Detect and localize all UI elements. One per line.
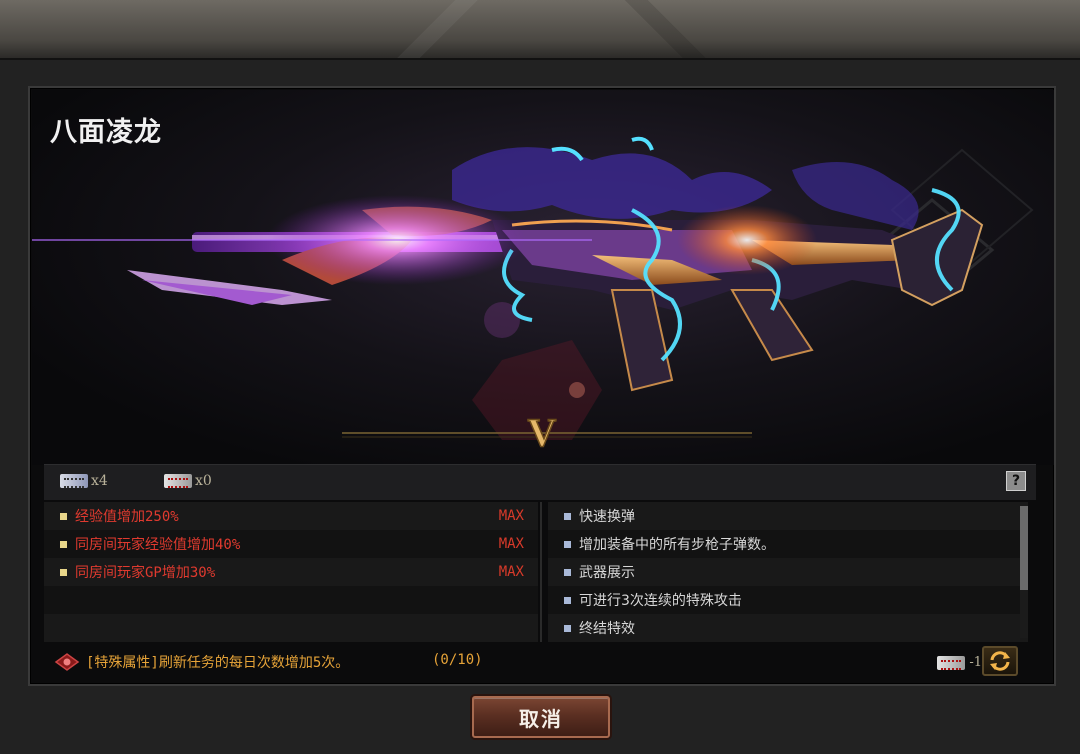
feature-scrollbar-thumb[interactable] xyxy=(1020,506,1028,590)
feature-row: 武器展示 xyxy=(548,558,1028,586)
bullet-icon xyxy=(564,596,571,604)
bullet-icon xyxy=(564,540,571,548)
refresh-cost: -1 xyxy=(937,655,982,670)
ticket-blue-count: x4 xyxy=(91,473,108,489)
weapon-detail-dialog: 八面凌龙 V x4 x0 ? 经验值增加250% MAX 同房间玩家经验值增加4… xyxy=(28,86,1056,686)
empty-row xyxy=(44,614,538,642)
ticket-red-icon xyxy=(164,474,192,488)
max-tag: MAX xyxy=(498,564,524,580)
top-banner xyxy=(0,0,1080,60)
cancel-button[interactable]: 取消 xyxy=(472,696,610,738)
bullet-icon xyxy=(60,540,67,548)
feature-row: 快速换弹 xyxy=(548,502,1028,530)
feature-row: 可进行3次连续的特殊攻击 xyxy=(548,586,1028,614)
bonus-attribute-row: 同房间玩家GP增加30% MAX xyxy=(44,558,538,586)
feature-text: 可进行3次连续的特殊攻击 xyxy=(579,593,742,609)
bonus-attribute-text: 经验值增加250% xyxy=(75,509,179,525)
gem-icon xyxy=(54,653,80,671)
special-attribute-text: [特殊属性]刷新任务的每日次数增加5次。 xyxy=(86,655,350,671)
feature-list[interactable]: 快速换弹 增加装备中的所有步枪子弹数。 武器展示 可进行3次连续的特殊攻击 终结… xyxy=(548,502,1028,642)
feature-text: 武器展示 xyxy=(579,565,635,581)
help-button[interactable]: ? xyxy=(1006,471,1026,491)
list-divider xyxy=(540,502,542,642)
ticket-blue: x4 xyxy=(60,473,108,489)
max-tag: MAX xyxy=(498,536,524,552)
bonus-attribute-row: 经验值增加250% MAX xyxy=(44,502,538,530)
feature-row: 终结特效 xyxy=(548,614,1028,642)
refresh-icon xyxy=(990,651,1010,671)
refresh-button[interactable] xyxy=(982,646,1018,676)
special-attribute-progress: (0/10) xyxy=(432,652,483,668)
bonus-attribute-text: 同房间玩家GP增加30% xyxy=(75,565,216,581)
max-tag: MAX xyxy=(498,508,524,524)
ticket-strip: x4 x0 ? xyxy=(44,464,1036,500)
bonus-attribute-row: 同房间玩家经验值增加40% MAX xyxy=(44,530,538,558)
special-attribute-bar: [特殊属性]刷新任务的每日次数增加5次。 (0/10) -1 xyxy=(44,644,1040,680)
ticket-blue-icon xyxy=(60,474,88,488)
tier-emblem: V xyxy=(527,409,558,456)
bullet-icon xyxy=(60,568,67,576)
bullet-icon xyxy=(564,512,571,520)
weapon-showcase: 八面凌龙 V xyxy=(32,90,1054,465)
bonus-attribute-list: 经验值增加250% MAX 同房间玩家经验值增加40% MAX 同房间玩家GP增… xyxy=(44,502,538,642)
bonus-attribute-text: 同房间玩家经验值增加40% xyxy=(75,537,241,553)
empty-row xyxy=(44,586,538,614)
bullet-icon xyxy=(564,568,571,576)
ticket-red-icon xyxy=(937,655,966,670)
feature-text: 增加装备中的所有步枪子弹数。 xyxy=(579,537,775,553)
feature-row: 增加装备中的所有步枪子弹数。 xyxy=(548,530,1028,558)
feature-text: 终结特效 xyxy=(579,621,635,637)
ticket-red: x0 xyxy=(164,473,212,489)
bullet-icon xyxy=(564,624,571,632)
ticket-red-count: x0 xyxy=(195,473,212,489)
bullet-icon xyxy=(60,512,67,520)
weapon-name: 八面凌龙 xyxy=(50,117,162,148)
tier-label: V xyxy=(528,410,557,455)
feature-text: 快速换弹 xyxy=(579,509,635,525)
refresh-cost-value: -1 xyxy=(969,655,982,670)
